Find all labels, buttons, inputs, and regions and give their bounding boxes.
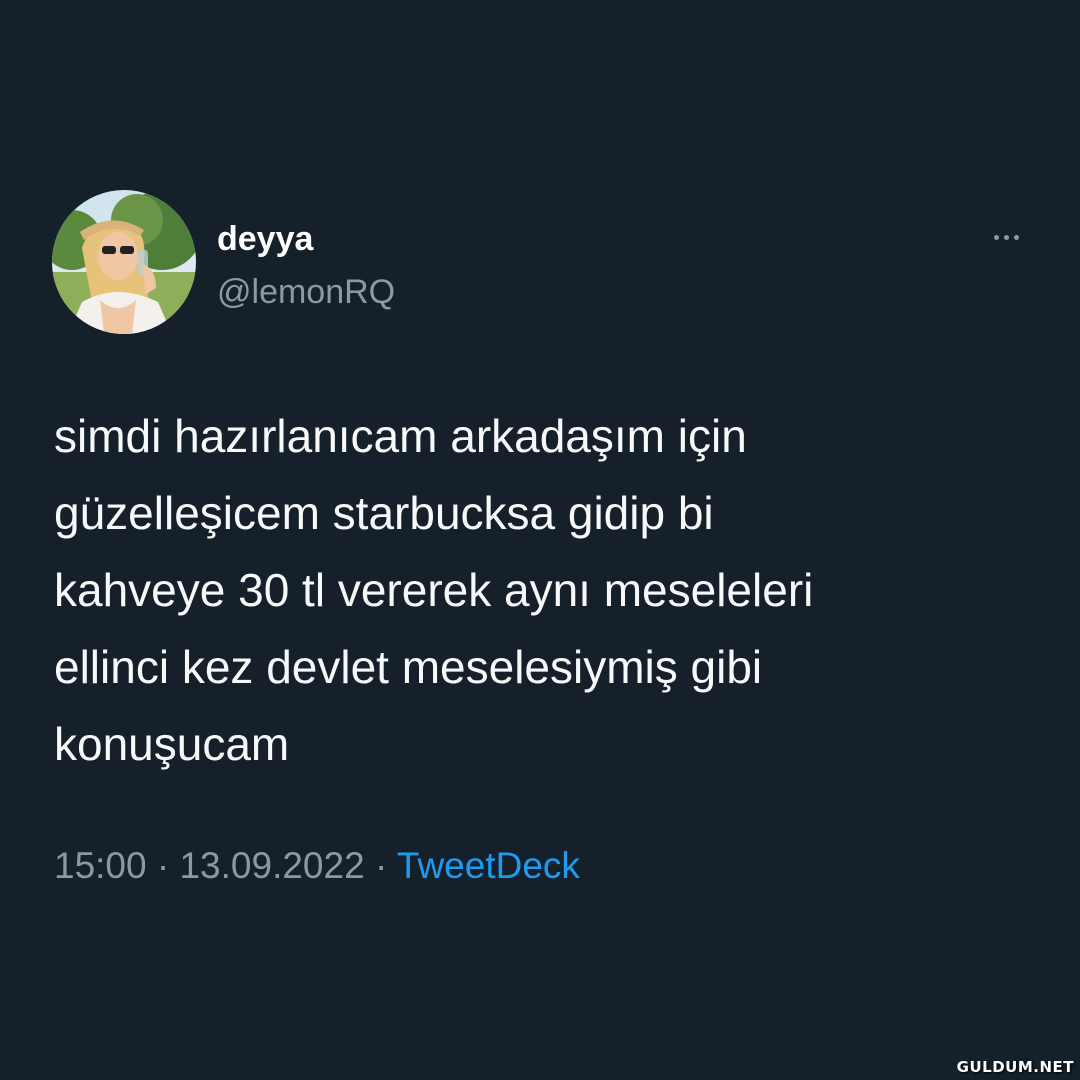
tweet-time[interactable]: 15:00 <box>54 845 147 886</box>
tweet-metadata: 15:00 · 13.09.2022 · TweetDeck <box>54 842 580 890</box>
author-handle[interactable]: @lemonRQ <box>217 270 395 314</box>
more-dot <box>1013 234 1019 240</box>
more-horizontal-icon <box>993 234 999 240</box>
avatar-photo-icon <box>52 190 196 334</box>
tweet-date[interactable]: 13.09.2022 <box>179 845 364 886</box>
meta-separator: · <box>146 845 180 886</box>
avatar[interactable] <box>52 190 196 334</box>
tweet-card: deyya @lemonRQ simdi hazırlanıcam arkada… <box>0 0 1080 1080</box>
watermark: GULDUM.NET <box>956 1058 1074 1076</box>
tweet-source-link[interactable]: TweetDeck <box>397 845 580 886</box>
author-display-name[interactable]: deyya <box>217 217 313 261</box>
more-options-button[interactable] <box>980 222 1032 252</box>
meta-separator: · <box>364 845 397 886</box>
tweet-text: simdi hazırlanıcam arkadaşım için güzell… <box>54 410 814 770</box>
more-dot <box>1003 234 1009 240</box>
